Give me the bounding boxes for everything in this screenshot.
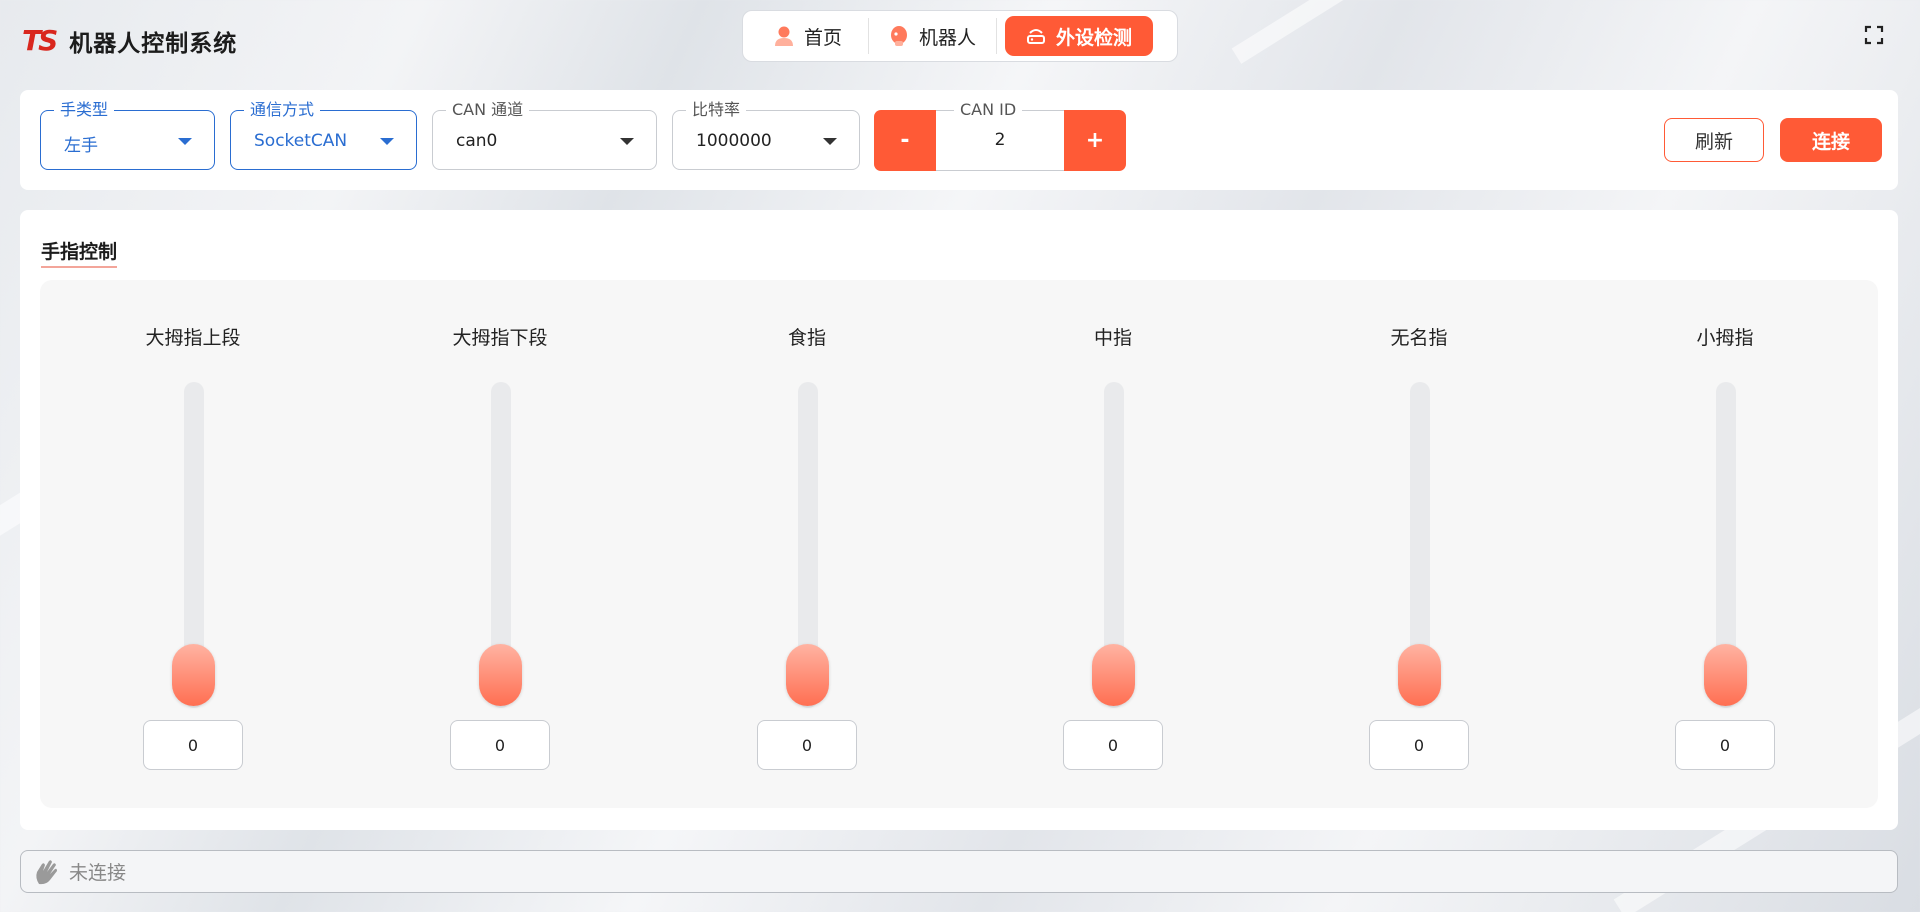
finger-value-input[interactable]: 0 xyxy=(450,720,550,770)
app-logo: TS 机器人控制系统 xyxy=(22,24,237,58)
can-id-value: 2 xyxy=(994,130,1006,150)
brand-logo-mark: TS xyxy=(22,24,58,57)
router-icon xyxy=(1026,29,1045,44)
finger-control-middle: 中指 0 xyxy=(1013,280,1213,808)
finger-slider-area: 大拇指上段 0 大拇指下段 0 食指 0 中指 0 无名指 0 小拇指 0 xyxy=(40,280,1878,808)
nav-tab-robot-label: 机器人 xyxy=(918,26,976,49)
connect-button[interactable]: 连接 xyxy=(1780,118,1882,162)
finger-control-thumb-upper: 大拇指上段 0 xyxy=(93,280,293,808)
finger-value-input[interactable]: 0 xyxy=(757,720,857,770)
nav-tab-home-label: 首页 xyxy=(803,26,842,49)
chevron-down-icon xyxy=(178,138,192,145)
comm-mode-value: SocketCAN xyxy=(254,131,348,151)
nav-tab-peripheral-label: 外设检测 xyxy=(1055,26,1132,49)
slider-handle[interactable] xyxy=(1092,644,1135,706)
app-header: TS 机器人控制系统 首页 机器人 外设检测 xyxy=(0,0,1920,74)
chevron-down-icon xyxy=(823,138,837,145)
can-id-field[interactable]: CAN ID 2 xyxy=(936,100,1064,171)
connection-config-panel: 手类型 左手 通信方式 SocketCAN CAN 通道 can0 比特率 10… xyxy=(20,90,1898,190)
can-channel-select[interactable]: CAN 通道 can0 xyxy=(432,101,657,170)
comm-mode-label: 通信方式 xyxy=(244,101,321,119)
finger-label: 大拇指下段 xyxy=(452,327,548,349)
connection-status-text: 未连接 xyxy=(69,862,127,884)
main-nav: 首页 机器人 外设检测 xyxy=(742,10,1178,62)
slider-handle[interactable] xyxy=(1398,644,1441,706)
hand-type-value: 左手 xyxy=(64,136,98,156)
finger-control-index: 食指 0 xyxy=(707,280,907,808)
can-id-label: CAN ID xyxy=(954,100,1023,119)
finger-label: 食指 xyxy=(787,327,826,349)
finger-control-thumb-lower: 大拇指下段 0 xyxy=(400,280,600,808)
section-title: 手指控制 xyxy=(41,237,118,268)
nav-tab-peripheral-detection[interactable]: 外设检测 xyxy=(1005,16,1153,56)
finger-value-input[interactable]: 0 xyxy=(1369,720,1469,770)
finger-label: 中指 xyxy=(1093,327,1132,349)
finger-control-panel: 手指控制 大拇指上段 0 大拇指下段 0 食指 0 中指 0 无名指 0 小拇指… xyxy=(20,210,1898,830)
finger-value-input[interactable]: 0 xyxy=(1063,720,1163,770)
status-bar: 未连接 xyxy=(20,850,1898,893)
hand-wave-icon xyxy=(36,859,57,884)
finger-value-input[interactable]: 0 xyxy=(143,720,243,770)
hand-type-select[interactable]: 手类型 左手 xyxy=(40,101,215,170)
nav-tab-home[interactable]: 首页 xyxy=(748,16,868,56)
fullscreen-icon[interactable] xyxy=(1864,25,1884,45)
bitrate-value: 1000000 xyxy=(696,131,772,151)
nav-tab-robot[interactable]: 机器人 xyxy=(869,16,996,56)
can-channel-value: can0 xyxy=(456,131,498,151)
can-channel-label: CAN 通道 xyxy=(446,101,530,119)
finger-control-ring: 无名指 0 xyxy=(1319,280,1519,808)
finger-control-pinky: 小拇指 0 xyxy=(1625,280,1825,808)
can-id-decrement-button[interactable]: - xyxy=(874,110,936,171)
robot-head-icon xyxy=(890,26,907,46)
can-id-stepper: - CAN ID 2 + xyxy=(874,100,1126,171)
hand-type-label: 手类型 xyxy=(54,101,115,119)
person-icon xyxy=(774,26,793,46)
slider-handle[interactable] xyxy=(786,644,829,706)
slider-handle[interactable] xyxy=(172,644,215,706)
nav-divider xyxy=(996,18,997,54)
bitrate-label: 比特率 xyxy=(686,101,747,119)
comm-mode-select[interactable]: 通信方式 SocketCAN xyxy=(230,101,417,170)
refresh-button[interactable]: 刷新 xyxy=(1664,118,1764,162)
chevron-down-icon xyxy=(620,138,634,145)
slider-handle[interactable] xyxy=(479,644,522,706)
finger-label: 大拇指上段 xyxy=(145,327,241,349)
can-id-increment-button[interactable]: + xyxy=(1064,110,1126,171)
finger-value-input[interactable]: 0 xyxy=(1675,720,1775,770)
finger-label: 无名指 xyxy=(1390,327,1448,349)
slider-handle[interactable] xyxy=(1704,644,1747,706)
finger-label: 小拇指 xyxy=(1696,327,1754,349)
bitrate-select[interactable]: 比特率 1000000 xyxy=(672,101,860,170)
app-title: 机器人控制系统 xyxy=(69,31,238,57)
chevron-down-icon xyxy=(380,138,394,145)
